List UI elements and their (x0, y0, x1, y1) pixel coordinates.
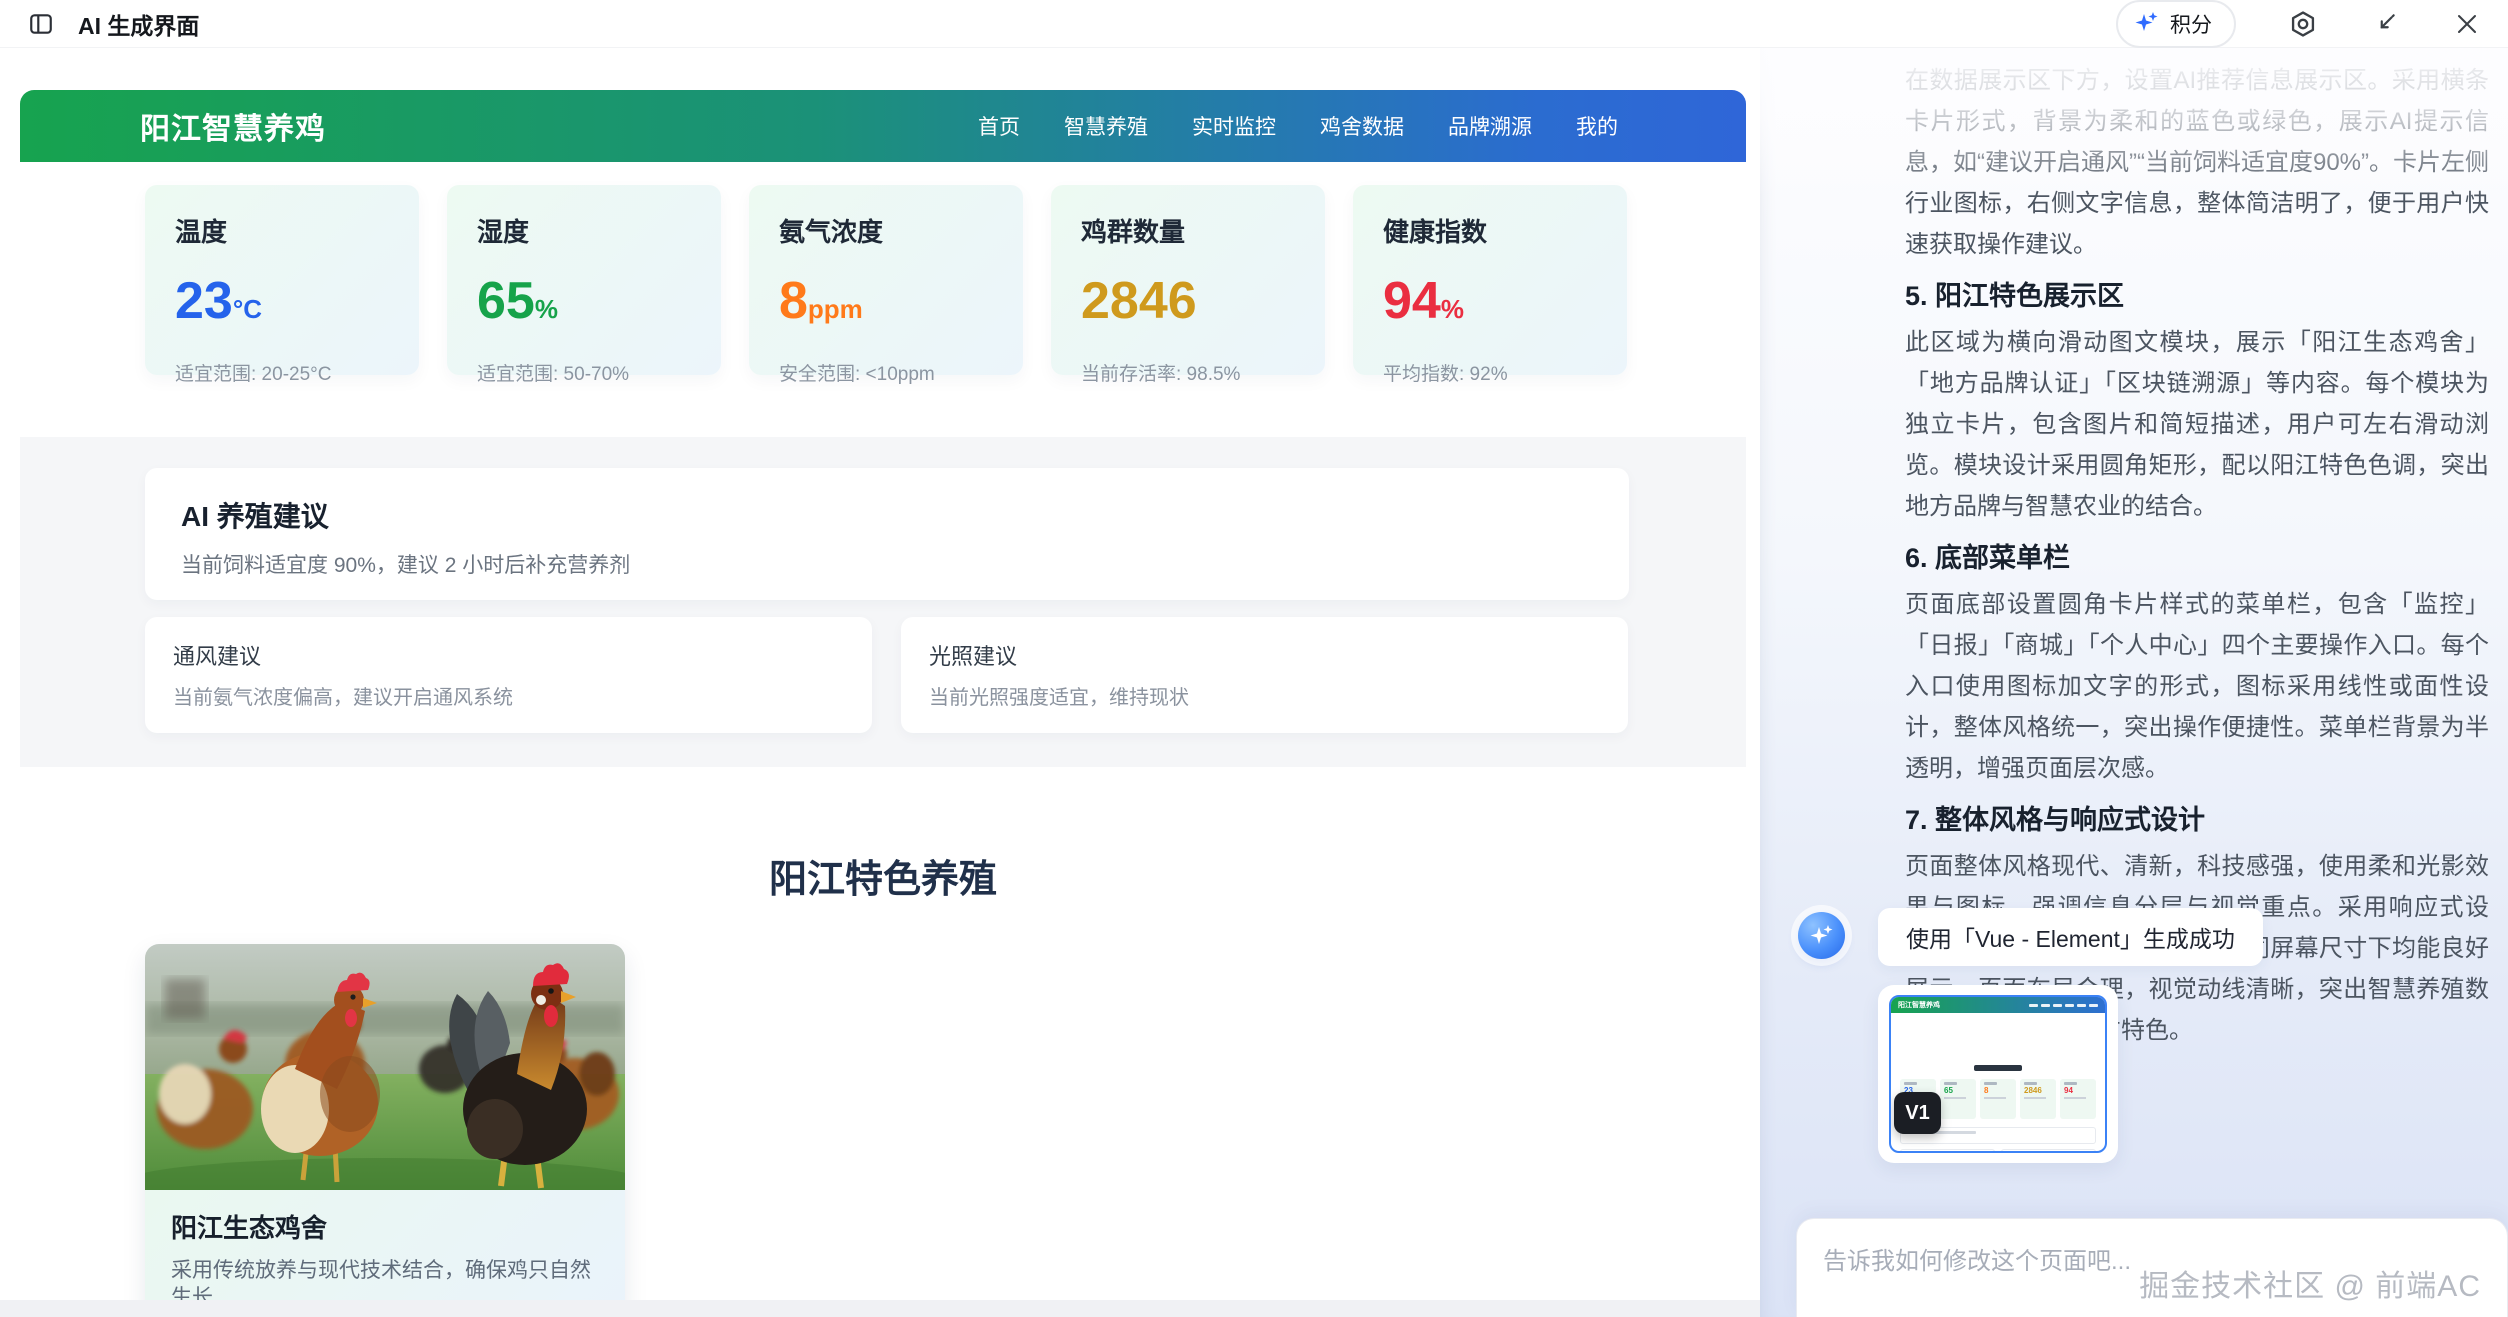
assistant-avatar (1798, 912, 1845, 959)
nav-link-mine[interactable]: 我的 (1576, 111, 1618, 141)
ai-advice-section: AI 养殖建议 当前饲料适宜度 90%，建议 2 小时后补充营养剂 通风建议 当… (20, 437, 1746, 767)
stat-note: 当前存活率: 98.5% (1081, 359, 1295, 386)
preview-brand: 阳江智慧养鸡 (140, 104, 326, 148)
doc-body-5: 此区域为横向滑动图文模块，展示「阳江生态鸡舍」「地方品牌认证」「区块链溯源」等内… (1905, 322, 2489, 527)
stat-unit: ppm (808, 294, 863, 324)
nav-link-smart-farming[interactable]: 智慧养殖 (1064, 111, 1148, 141)
generation-success-message: 使用「Vue - Element」生成成功 (1878, 908, 2263, 966)
nav-link-monitoring[interactable]: 实时监控 (1192, 111, 1276, 141)
doc-intro: 在数据展示区下方，设置AI推荐信息展示区。采用横条卡片形式，背景为柔和的蓝色或绿… (1905, 60, 2489, 265)
thumbnail-navbar: 阳江智慧养鸡 (1891, 997, 2105, 1013)
stat-card-humidity: 湿度 65% 适宜范围: 50-70% (447, 185, 721, 375)
doc-body-6: 页面底部设置圆角卡片样式的菜单栏，包含「监控」「日报」「商城」「个人中心」四个主… (1905, 584, 2489, 789)
page-thumbnail: 阳江智慧养鸡 23 65 8 2846 94 (1889, 995, 2107, 1153)
chickens-photo (145, 944, 625, 1190)
doc-heading-7: 7. 整体风格与响应式设计 (1905, 803, 2489, 837)
nav-link-home[interactable]: 首页 (978, 111, 1020, 141)
stat-value: 8 (779, 272, 808, 330)
chat-input[interactable]: 告诉我如何修改这个页面吧... 掘金技术社区 @ 前端AC (1796, 1218, 2508, 1317)
version-badge: V1 (1894, 1092, 1941, 1134)
stat-unit: °C (233, 294, 262, 324)
topbar: AI 生成界面 积分 (0, 0, 2508, 48)
stats-row: 温度 23°C 适宜范围: 20-25°C 湿度 65% 适宜范围: 50-70… (145, 185, 1629, 375)
nav-link-traceability[interactable]: 品牌溯源 (1448, 111, 1532, 141)
chat-input-placeholder: 告诉我如何修改这个页面吧... (1823, 1241, 2131, 1276)
ai-advice-title: AI 养殖建议 (181, 495, 1593, 535)
stat-card-health-index: 健康指数 94% 平均指数: 92% (1353, 185, 1627, 375)
credits-label: 积分 (2170, 9, 2212, 39)
collapse-icon[interactable] (2370, 9, 2400, 39)
sparkle-icon (2134, 11, 2160, 37)
watermark: 掘金技术社区 @ 前端AC (2139, 1261, 2481, 1305)
feature-card-title: 阳江生态鸡舍 (171, 1208, 599, 1245)
version-thumbnail-card[interactable]: 阳江智慧养鸡 23 65 8 2846 94 (1878, 985, 2118, 1163)
stat-note: 适宜范围: 50-70% (477, 359, 691, 386)
stat-card-flock-count: 鸡群数量 2846 当前存活率: 98.5% (1051, 185, 1325, 375)
feature-card-eco-coop[interactable]: 阳江生态鸡舍 采用传统放养与现代技术结合，确保鸡只自然生长 (145, 944, 625, 1316)
bottom-strip (0, 1300, 1760, 1317)
doc-heading-6: 6. 底部菜单栏 (1905, 541, 2489, 575)
stat-card-ammonia: 氨气浓度 8ppm 安全范围: <10ppm (749, 185, 1023, 375)
stat-unit: % (535, 294, 558, 324)
credits-button[interactable]: 积分 (2116, 0, 2236, 48)
preview-navbar: 阳江智慧养鸡 首页 智慧养殖 实时监控 鸡舍数据 品牌溯源 我的 (20, 90, 1746, 162)
stat-note: 平均指数: 92% (1383, 359, 1597, 386)
stat-value: 23 (175, 272, 233, 330)
stat-value: 65 (477, 272, 535, 330)
ventilation-advice-card: 通风建议 当前氨气浓度偏高，建议开启通风系统 (145, 617, 872, 733)
page-title: AI 生成界面 (78, 7, 199, 41)
preview-nav-links: 首页 智慧养殖 实时监控 鸡舍数据 品牌溯源 我的 (978, 111, 1618, 141)
close-icon[interactable] (2452, 9, 2482, 39)
stat-value: 2846 (1081, 272, 1197, 330)
settings-gear-icon[interactable] (2288, 9, 2318, 39)
stat-note: 适宜范围: 20-25°C (175, 359, 389, 386)
generation-description: 在数据展示区下方，设置AI推荐信息展示区。采用横条卡片形式，背景为柔和的蓝色或绿… (1905, 60, 2489, 1051)
ai-advice-card: AI 养殖建议 当前饲料适宜度 90%，建议 2 小时后补充营养剂 (145, 468, 1629, 600)
lighting-advice-card: 光照建议 当前光照强度适宜，维持现状 (901, 617, 1628, 733)
stat-note: 安全范围: <10ppm (779, 359, 993, 386)
stat-unit: % (1441, 294, 1464, 324)
generated-page-preview: 阳江智慧养鸡 首页 智慧养殖 实时监控 鸡舍数据 品牌溯源 我的 温度 23°C… (0, 48, 1760, 1317)
feature-section-title: 阳江特色养殖 (20, 848, 1746, 903)
nav-link-coop-data[interactable]: 鸡舍数据 (1320, 111, 1404, 141)
doc-heading-5: 5. 阳江特色展示区 (1905, 279, 2489, 313)
assistant-panel: 在数据展示区下方，设置AI推荐信息展示区。采用横条卡片形式，背景为柔和的蓝色或绿… (1760, 48, 2508, 1317)
stat-value: 94 (1383, 272, 1441, 330)
thumbnail-advice-cards (1900, 1149, 2096, 1153)
thumbnail-title-bar (1974, 1065, 2022, 1071)
sidebar-toggle-icon[interactable] (26, 9, 56, 39)
app-window: AI 生成界面 积分 (0, 0, 2508, 1317)
ai-advice-body: 当前饲料适宜度 90%，建议 2 小时后补充营养剂 (181, 549, 1593, 579)
sparkle-icon (1808, 922, 1836, 950)
stat-card-temperature: 温度 23°C 适宜范围: 20-25°C (145, 185, 419, 375)
